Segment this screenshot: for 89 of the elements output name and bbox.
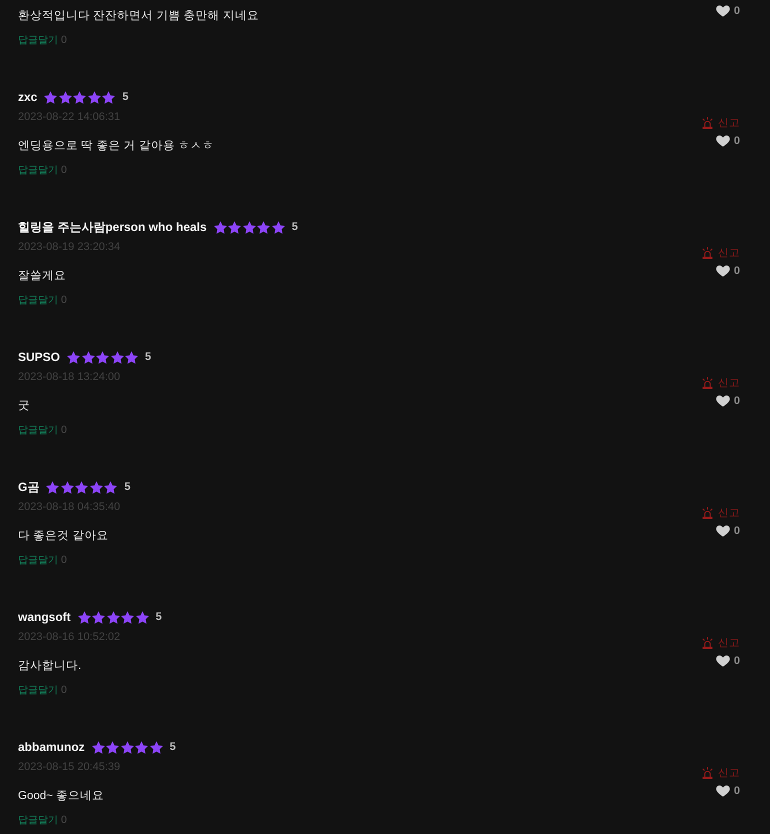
report-button[interactable]: 신고 (702, 375, 740, 391)
star-icon (106, 740, 120, 754)
star-icon (257, 220, 270, 234)
username: abbamunoz (18, 740, 85, 754)
like-button[interactable]: 0 (716, 653, 740, 669)
reply-count: 0 (61, 164, 67, 176)
star-icon (214, 220, 227, 234)
star-icon (120, 740, 134, 754)
rating-value: 5 (156, 611, 162, 623)
heart-icon (716, 655, 730, 667)
rating-value: 5 (122, 91, 128, 103)
comment-text: 다 좋은것 같아요 (18, 529, 108, 544)
reply-count: 0 (61, 684, 67, 696)
star-icon (44, 90, 58, 104)
siren-icon (702, 247, 713, 259)
star-icon (96, 350, 110, 364)
star-icon (121, 610, 134, 624)
reply-count: 0 (61, 34, 67, 46)
star-icon (110, 350, 124, 364)
heart-icon (716, 395, 730, 407)
username: wangsoft (18, 610, 71, 624)
siren-icon (702, 117, 713, 129)
reply-button[interactable]: 답글달기 (18, 813, 58, 827)
star-icon (82, 350, 95, 364)
star-icon (102, 90, 116, 104)
heart-icon (716, 525, 730, 537)
rating-value: 5 (292, 221, 298, 233)
username: zxc (18, 90, 38, 104)
reply-count: 0 (61, 294, 67, 306)
like-button[interactable]: 0 (716, 523, 740, 539)
star-icon (125, 350, 138, 364)
reply-button[interactable]: 답글달기 (18, 423, 58, 437)
like-button[interactable]: 0 (716, 783, 740, 799)
reply-button[interactable]: 답글달기 (18, 293, 58, 307)
heart-icon (716, 265, 730, 277)
report-button[interactable]: 신고 (702, 245, 740, 261)
star-icon (60, 480, 74, 494)
comment-text: 환상적입니다 잔잔하면서 기쁨 충만해 지네요 (18, 9, 259, 24)
star-icon (46, 480, 60, 494)
star-icon (104, 480, 118, 494)
username: G곰 (18, 478, 40, 496)
heart-icon (716, 785, 730, 797)
heart-icon (716, 135, 730, 147)
reply-button[interactable]: 답글달기 (18, 553, 58, 567)
rating-value: 5 (124, 481, 130, 493)
report-button[interactable]: 신고 (702, 635, 740, 651)
like-button[interactable]: 0 (716, 263, 740, 279)
like-button[interactable]: 0 (716, 393, 740, 409)
report-button[interactable]: 신고 (702, 115, 740, 131)
star-icon (106, 610, 120, 624)
siren-icon (702, 507, 713, 519)
star-icon (242, 220, 256, 234)
reply-count: 0 (61, 814, 67, 826)
star-icon (90, 480, 103, 494)
username: 힐링을 주는사람person who heals (18, 218, 207, 236)
heart-icon (716, 5, 730, 17)
star-icon (150, 740, 163, 754)
comment-text: 엔딩용으로 딱 좋은 거 같아용 ㅎㅅㅎ (18, 139, 214, 154)
star-icon (272, 220, 285, 234)
report-button[interactable]: 신고 (702, 505, 740, 521)
star-icon (92, 740, 105, 754)
star-icon (92, 610, 106, 624)
comment-text: Good~ 좋으네요 (18, 789, 104, 804)
comment-text: 잘쓸게요 (18, 269, 66, 284)
rating-value: 5 (145, 351, 152, 363)
comment-text: 굿 (18, 399, 30, 414)
star-icon (75, 480, 88, 494)
like-button[interactable]: 0 (716, 3, 740, 19)
username: SUPSO (18, 350, 60, 364)
reply-count: 0 (61, 424, 67, 436)
rating-value: 5 (170, 741, 176, 753)
reply-button[interactable]: 답글달기 (18, 163, 58, 177)
reply-button[interactable]: 답글달기 (18, 683, 58, 697)
like-button[interactable]: 0 (716, 133, 740, 149)
reply-count: 0 (61, 554, 67, 566)
star-icon (88, 90, 101, 104)
siren-icon (702, 377, 713, 389)
siren-icon (702, 767, 713, 779)
star-icon (136, 610, 149, 624)
star-icon (67, 350, 80, 364)
report-button[interactable]: 신고 (702, 765, 740, 781)
star-icon (58, 90, 72, 104)
star-icon (73, 90, 86, 104)
reply-button[interactable]: 답글달기 (18, 33, 58, 47)
star-icon (135, 740, 148, 754)
comment-text: 감사합니다. (18, 659, 82, 674)
star-icon (228, 220, 242, 234)
star-icon (78, 610, 91, 624)
siren-icon (702, 637, 713, 649)
